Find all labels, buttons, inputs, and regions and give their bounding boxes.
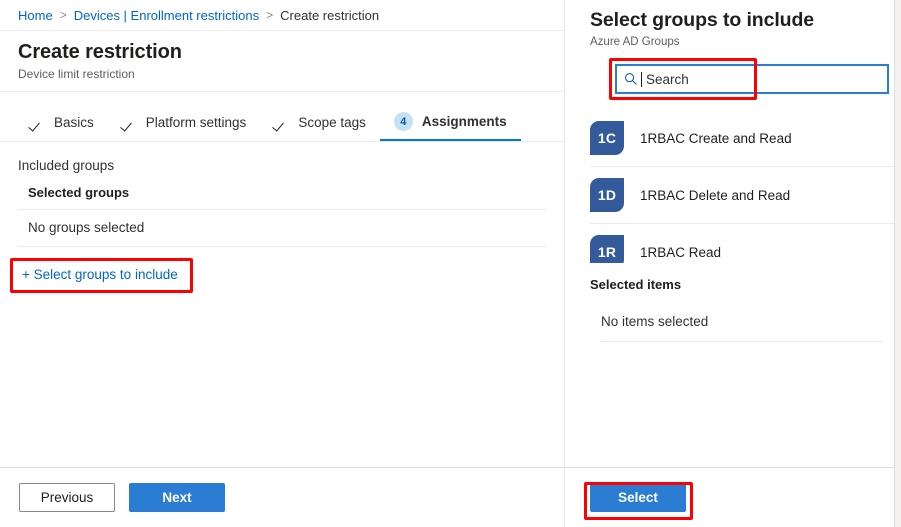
selected-groups-column-header: Selected groups [18,185,546,210]
next-button[interactable]: Next [129,483,225,512]
step-number-badge: 4 [393,112,413,131]
selected-items-empty: No items selected [601,292,883,342]
tab-label: Platform settings [145,115,247,130]
text-cursor [641,71,642,87]
page-scrollbar[interactable] [894,0,901,527]
blade-header: Create restriction Device limit restrict… [0,31,564,92]
wizard-tab-bar: Basics Platform settings Scope tags 4 As… [0,104,564,142]
page-subtitle: Device limit restriction [18,67,135,81]
included-groups-label: Included groups [18,158,115,173]
breadcrumb-item-devices-enrollment-restrictions[interactable]: Devices | Enrollment restrictions [74,8,259,23]
panel-header: Select groups to include Azure AD Groups… [565,0,901,100]
group-name: 1RBAC Read [640,244,722,260]
panel-subtitle: Azure AD Groups [590,36,680,48]
check-icon [274,115,289,130]
tab-label: Scope tags [298,115,366,130]
list-item[interactable]: 1R 1RBAC Read [590,224,901,263]
wizard-footer: Previous Next [0,467,564,527]
panel-footer: Select [565,467,901,527]
list-item[interactable]: 1D 1RBAC Delete and Read [590,167,901,224]
check-icon [30,115,45,130]
breadcrumb-item-home[interactable]: Home [18,8,53,23]
panel-spacer [565,342,901,467]
avatar: 1D [590,178,624,212]
tab-label: Basics [54,115,94,130]
azure-portal-screen: Home > Devices | Enrollment restrictions… [0,0,901,527]
breadcrumb-separator-icon: > [59,8,67,22]
select-groups-to-include-highlight: + Select groups to include [10,258,193,293]
select-groups-panel: Select groups to include Azure AD Groups… [565,0,901,527]
search-icon [625,73,637,85]
avatar: 1R [590,235,624,263]
tab-scope-tags[interactable]: Scope tags [260,104,380,141]
check-icon [122,115,137,130]
group-name: 1RBAC Create and Read [640,130,792,146]
create-restriction-blade: Home > Devices | Enrollment restrictions… [0,0,565,527]
selected-groups-empty-row: No groups selected [18,210,546,247]
selected-items-header: Selected items [590,277,682,292]
avatar: 1C [590,121,624,155]
list-item[interactable]: 1C 1RBAC Create and Read [590,110,901,167]
tab-label: Assignments [421,114,507,129]
group-name: 1RBAC Delete and Read [640,187,791,203]
select-groups-to-include-link[interactable]: + Select groups to include [22,267,178,282]
page-title: Create restriction [18,41,182,63]
search-placeholder: Search [646,71,689,87]
panel-title: Select groups to include [590,9,815,31]
tab-basics[interactable]: Basics [20,104,108,141]
previous-button[interactable]: Previous [19,483,115,512]
breadcrumb-item-create-restriction: Create restriction [280,7,380,23]
tab-assignments[interactable]: 4 Assignments [379,104,521,141]
group-results-list[interactable]: 1C 1RBAC Create and Read 1D 1RBAC Delete… [565,110,901,263]
search-area: Search [590,58,889,100]
breadcrumb-separator-icon: > [266,8,274,22]
tab-platform-settings[interactable]: Platform settings [108,104,261,141]
assignments-content: Included groups Selected groups No group… [0,142,564,467]
breadcrumb: Home > Devices | Enrollment restrictions… [0,0,564,31]
search-input[interactable]: Search [615,64,889,94]
select-button[interactable]: Select [590,483,686,512]
